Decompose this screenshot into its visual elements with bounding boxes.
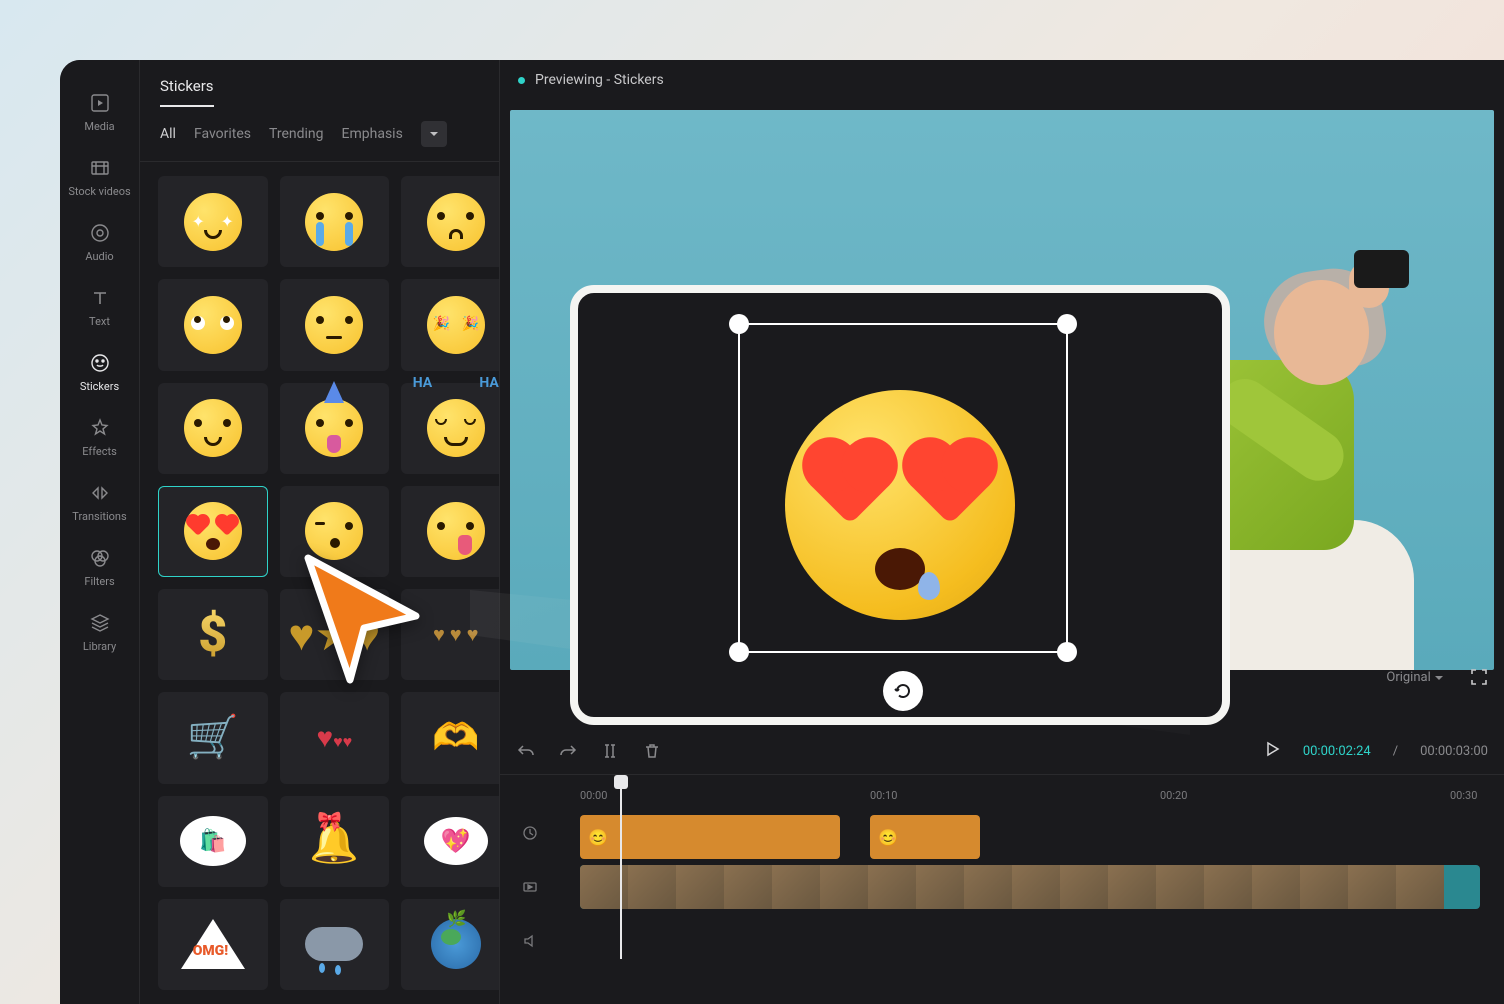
- timeline-ruler[interactable]: 00:00 00:10 00:20 00:30: [560, 775, 1504, 815]
- rail-filters[interactable]: Filters: [60, 535, 139, 600]
- rail-label: Text: [89, 315, 110, 328]
- timeline-track-icons: [500, 775, 560, 1004]
- transitions-icon: [89, 482, 111, 504]
- rail-media[interactable]: Media: [60, 80, 139, 145]
- rail-stickers[interactable]: Stickers: [60, 340, 139, 405]
- sticker-celebrate-eyes[interactable]: 🎉🎉: [401, 279, 499, 370]
- sticker-worried[interactable]: [401, 176, 499, 267]
- sticker-crying[interactable]: [280, 176, 390, 267]
- tab-trending[interactable]: Trending: [269, 126, 324, 142]
- media-icon: [89, 92, 111, 114]
- tabs-more-button[interactable]: [421, 121, 447, 147]
- ruler-tick: 00:10: [870, 789, 897, 802]
- panel-title: Stickers: [160, 77, 214, 107]
- undo-button[interactable]: [516, 741, 536, 761]
- video-track-icon: [522, 879, 538, 899]
- preview-header: Previewing - Stickers: [500, 60, 1504, 100]
- rail-label: Stickers: [80, 380, 119, 393]
- timeline-tracks[interactable]: 00:00 00:10 00:20 00:30 😊 😊 123.mp4 00:1…: [560, 775, 1504, 1004]
- tab-all[interactable]: All: [160, 126, 176, 142]
- effects-icon: [89, 417, 111, 439]
- sticker-speech-bags[interactable]: 🛍️: [158, 796, 268, 887]
- rail-audio[interactable]: Audio: [60, 210, 139, 275]
- rail-library[interactable]: Library: [60, 600, 139, 665]
- rail-label: Audio: [85, 250, 113, 263]
- resolution-dropdown[interactable]: Original: [1386, 670, 1444, 685]
- ruler-tick: 00:30: [1450, 789, 1477, 802]
- sticker-party-hat[interactable]: [280, 383, 390, 474]
- sticker-omg-triangle[interactable]: OMG!: [158, 899, 268, 990]
- delete-button[interactable]: [642, 741, 662, 761]
- sticker-smile[interactable]: [158, 383, 268, 474]
- preview-status: Previewing - Stickers: [535, 72, 664, 88]
- stickers-icon: [89, 352, 111, 374]
- sticker-neutral[interactable]: [280, 279, 390, 370]
- sticker-earth-plants[interactable]: 🌿: [401, 899, 499, 990]
- sticker-dollar[interactable]: $: [158, 589, 268, 680]
- sticker-heart-eyes[interactable]: [158, 486, 268, 577]
- sticker-clip[interactable]: 😊: [870, 815, 980, 859]
- tab-emphasis[interactable]: Emphasis: [342, 126, 403, 142]
- sticker-thought-heart[interactable]: 💖: [401, 796, 499, 887]
- ruler-tick: 00:00: [580, 789, 607, 802]
- sticker-hands-heart[interactable]: 🫶: [401, 692, 499, 783]
- time-total: 00:00:03:00: [1420, 744, 1488, 759]
- audio-track-icon: [522, 933, 538, 953]
- rail-label: Library: [83, 640, 116, 653]
- tab-favorites[interactable]: Favorites: [194, 126, 251, 142]
- rail-label: Filters: [84, 575, 114, 588]
- rail-effects[interactable]: Effects: [60, 405, 139, 470]
- heart-eyes-sticker-large[interactable]: [785, 390, 1015, 620]
- rail-label: Effects: [82, 445, 117, 458]
- sticker-haha[interactable]: HAHA: [401, 383, 499, 474]
- sticker-star-eyes[interactable]: ✦✦: [158, 176, 268, 267]
- filters-icon: [89, 547, 111, 569]
- resize-handle-br[interactable]: [1057, 642, 1077, 662]
- resize-handle-tr[interactable]: [1057, 314, 1077, 334]
- play-button[interactable]: [1263, 740, 1281, 762]
- rotate-handle[interactable]: [883, 671, 923, 711]
- status-dot-icon: [518, 77, 525, 84]
- video-track[interactable]: 123.mp4 00:16:03: [560, 865, 1504, 909]
- sticker-shopping-cart[interactable]: 🛒: [158, 692, 268, 783]
- cursor-pointer-icon: [298, 550, 428, 694]
- toolstrip: 00:00:02:24 / 00:00:03:00: [500, 728, 1504, 774]
- text-icon: [89, 287, 111, 309]
- sticker-preview-overlay: [570, 285, 1230, 725]
- library-icon: [89, 612, 111, 634]
- panel-tabs: All Favorites Trending Emphasis: [140, 107, 499, 162]
- stock-icon: [89, 157, 111, 179]
- timeline: 00:00 00:10 00:20 00:30 😊 😊 123.mp4 00:1…: [500, 774, 1504, 1004]
- ruler-tick: 00:20: [1160, 789, 1187, 802]
- video-clip[interactable]: 123.mp4 00:16:03: [580, 865, 1480, 909]
- app-window: Media Stock videos Audio Text Stickers E…: [60, 60, 1504, 1004]
- sticker-clip[interactable]: 😊: [580, 815, 840, 859]
- sticker-track-icon: [522, 825, 538, 845]
- left-rail: Media Stock videos Audio Text Stickers E…: [60, 60, 140, 1004]
- sticker-bell-bow[interactable]: 🔔🎀: [280, 796, 390, 887]
- sticker-hearts-spray[interactable]: ♥♥♥: [280, 692, 390, 783]
- playhead[interactable]: [620, 779, 622, 959]
- rail-transitions[interactable]: Transitions: [60, 470, 139, 535]
- redo-button[interactable]: [558, 741, 578, 761]
- sticker-track[interactable]: 😊 😊: [560, 815, 1504, 859]
- stickers-panel: Stickers All Favorites Trending Emphasis…: [140, 60, 500, 1004]
- rail-text[interactable]: Text: [60, 275, 139, 340]
- resize-handle-bl[interactable]: [729, 642, 749, 662]
- rail-label: Media: [84, 120, 114, 133]
- rail-label: Stock videos: [68, 185, 130, 198]
- resize-handle-tl[interactable]: [729, 314, 749, 334]
- sticker-eye-roll[interactable]: [158, 279, 268, 370]
- sticker-rain-cloud[interactable]: [280, 899, 390, 990]
- split-button[interactable]: [600, 741, 620, 761]
- audio-icon: [89, 222, 111, 244]
- fullscreen-button[interactable]: [1470, 668, 1488, 690]
- rail-label: Transitions: [72, 510, 126, 523]
- rail-stock[interactable]: Stock videos: [60, 145, 139, 210]
- time-current: 00:00:02:24: [1303, 744, 1371, 759]
